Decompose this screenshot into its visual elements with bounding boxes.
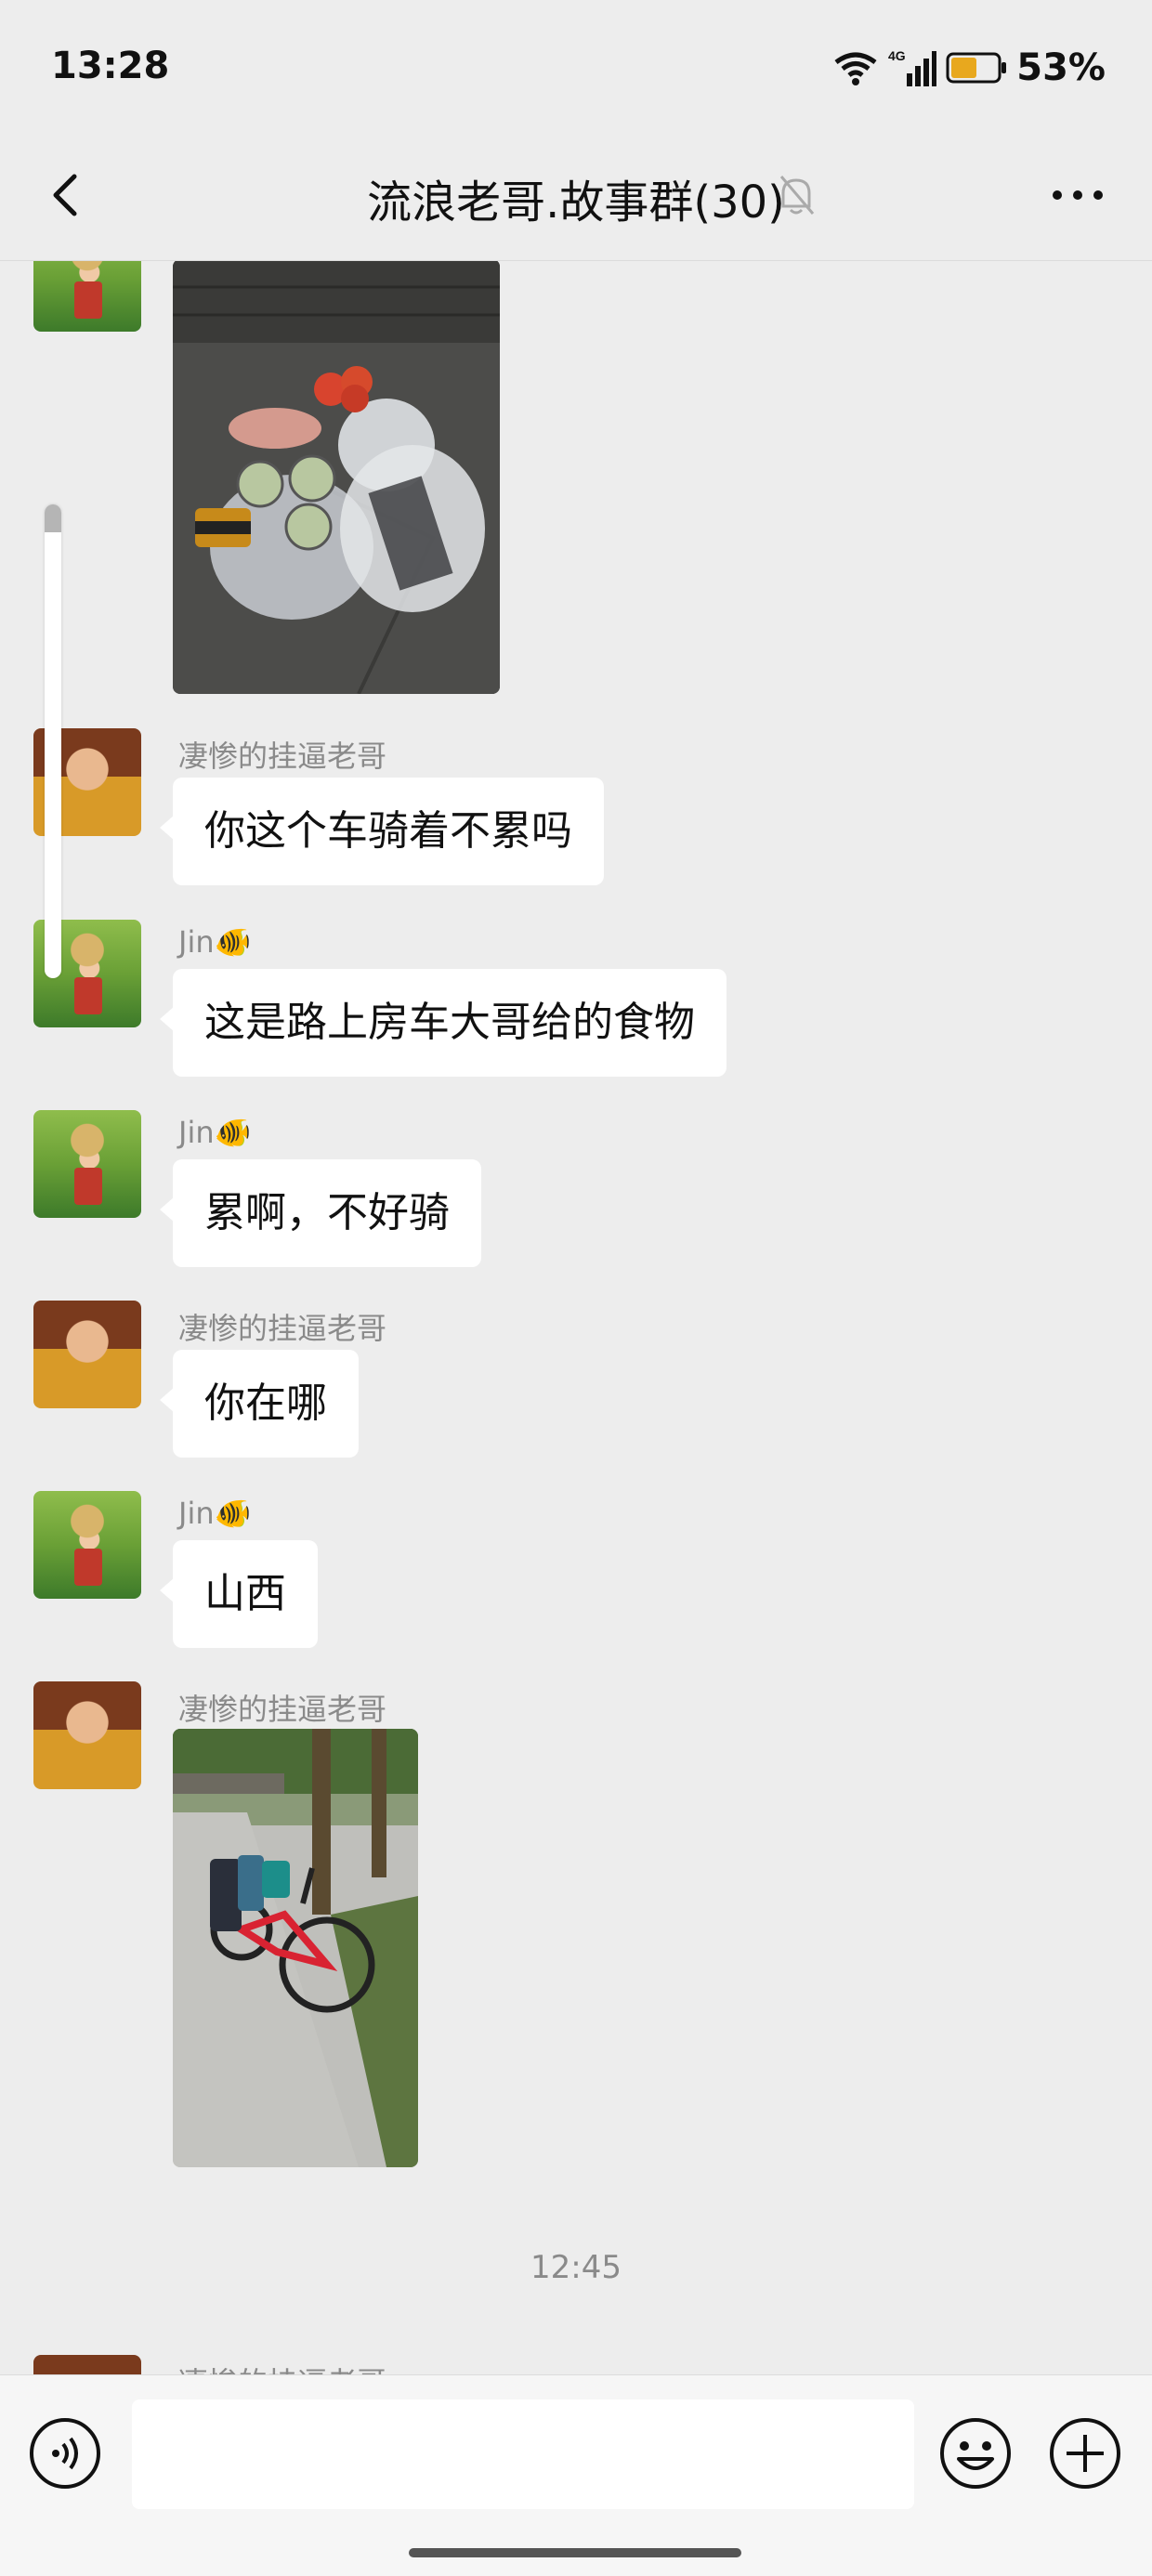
battery-icon [946, 52, 1007, 84]
scrollbar[interactable] [45, 504, 61, 978]
sender-name: 凄惨的挂逼老哥 [178, 2360, 386, 2375]
chat-title[interactable]: 流浪老哥.故事群(30) [0, 165, 1152, 230]
avatar[interactable] [33, 1491, 141, 1599]
avatar[interactable] [33, 1110, 141, 1218]
network-type-label: 4G [888, 48, 906, 63]
bicycle-photo[interactable] [173, 1729, 418, 2167]
bicycle-image [173, 1729, 418, 2167]
sender-name: 凄惨的挂逼老哥 [178, 739, 387, 774]
input-bar [0, 2374, 1152, 2576]
sender-name: Jin🐠 [178, 1496, 252, 1531]
battery-percentage: 53% [1016, 46, 1106, 89]
plus-icon[interactable] [1048, 2416, 1122, 2491]
status-time: 13:28 [51, 45, 170, 87]
more-options-icon[interactable] [1041, 167, 1115, 223]
emoji-icon[interactable] [938, 2416, 1013, 2491]
status-icons: 4G 53% [832, 45, 1106, 91]
message-bubble[interactable]: 山西 [160, 1540, 318, 1648]
sender-name: 凄惨的挂逼老哥 [178, 1311, 387, 1346]
avatar[interactable] [33, 261, 141, 332]
sender-name: 凄惨的挂逼老哥 [178, 1692, 387, 1727]
status-bar: 13:28 4G 53% [0, 0, 1152, 130]
voice-input-icon[interactable] [28, 2416, 102, 2491]
avatar[interactable] [33, 2355, 141, 2375]
message-input[interactable] [132, 2399, 914, 2509]
message-bubble[interactable]: 你这个车骑着不累吗 [160, 778, 604, 885]
message-list[interactable]: 凄惨的挂逼老哥 你这个车骑着不累吗 Jin🐠 这是路上房车大哥给的食物 Jin🐠… [0, 261, 1152, 2375]
avatar[interactable] [33, 1681, 141, 1789]
message-bubble[interactable]: 这是路上房车大哥给的食物 [160, 969, 727, 1077]
food-bags-image [173, 261, 500, 694]
message-bubble[interactable]: 累啊，不好骑 [160, 1159, 481, 1267]
sender-name: Jin🐠 [178, 1115, 252, 1150]
cellular-signal-icon: 4G [888, 48, 937, 86]
mute-bell-icon [779, 176, 815, 215]
home-indicator [409, 2548, 741, 2557]
sender-name: Jin🐠 [178, 924, 252, 960]
message-bubble[interactable]: 你在哪 [160, 1350, 359, 1458]
food-photo[interactable] [173, 261, 500, 694]
wifi-icon [834, 52, 877, 85]
chat-header: 流浪老哥.故事群(30) [0, 130, 1152, 261]
avatar[interactable] [33, 1301, 141, 1408]
time-divider: 12:45 [530, 2249, 622, 2286]
